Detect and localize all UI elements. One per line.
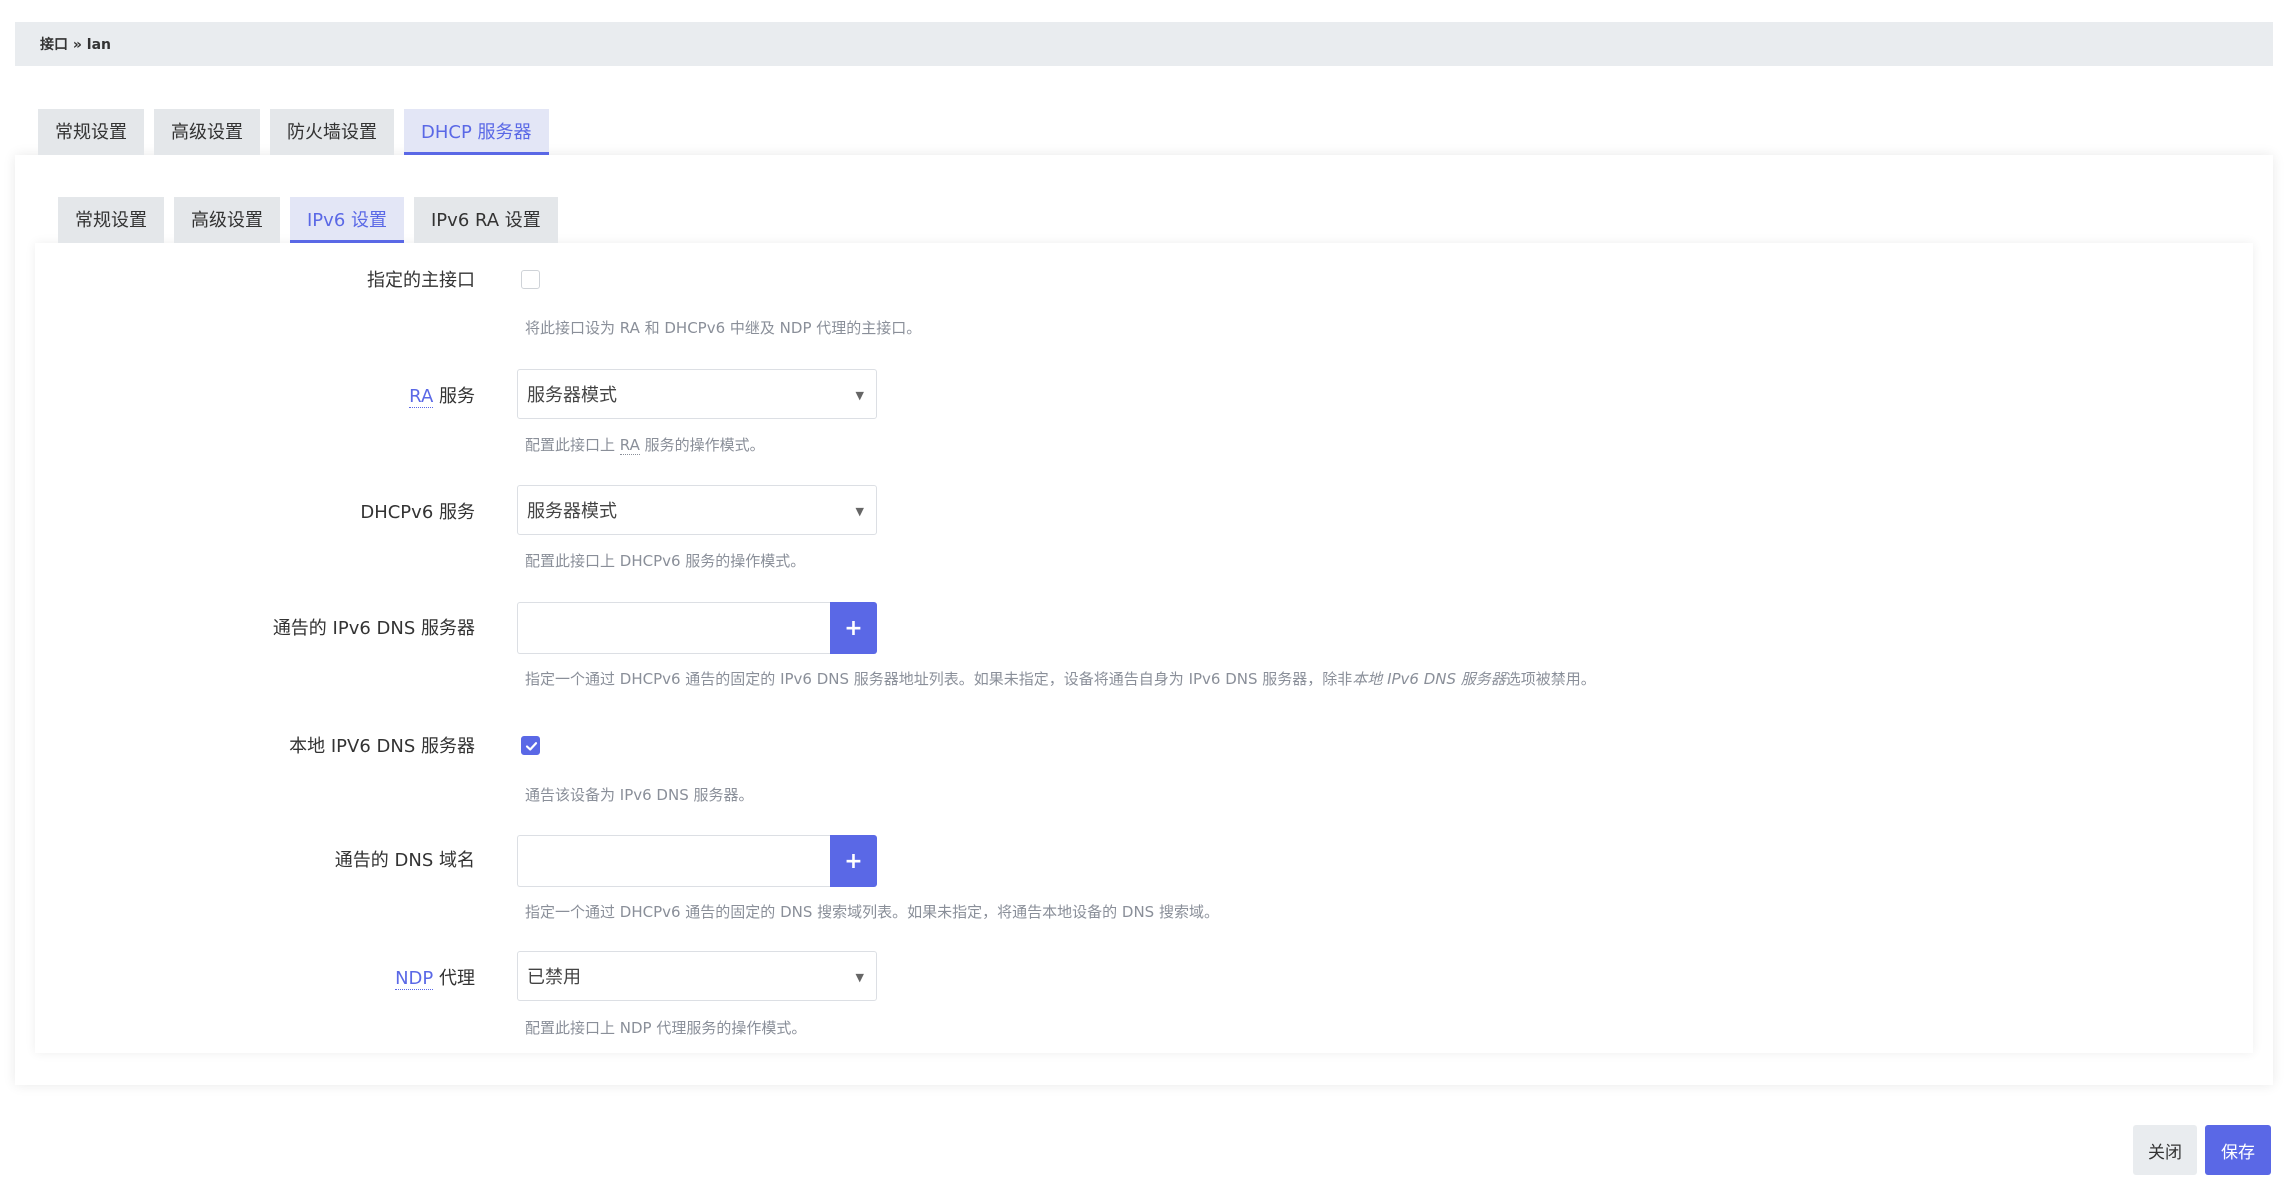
save-button[interactable]: 保存 xyxy=(2205,1125,2271,1175)
inner-panel xyxy=(35,243,2253,1053)
chevron-down-icon: ▼ xyxy=(855,505,864,518)
ra-service-select[interactable]: 服务器模式 ▼ xyxy=(517,369,877,419)
ndp-proxy-value: 已禁用 xyxy=(527,967,581,988)
announced-dns-help: 指定一个通过 DHCPv6 通告的固定的 IPv6 DNS 服务器地址列表。如果… xyxy=(525,668,1596,689)
ra-label-rest: 服务 xyxy=(433,386,475,407)
help-text: 指定一个通过 DHCPv6 通告的固定的 IPv6 DNS 服务器地址列表。如果… xyxy=(525,670,1353,688)
help-text: 服务的操作模式。 xyxy=(639,436,765,454)
announced-domains-list: + xyxy=(517,835,877,887)
announced-dns-input[interactable] xyxy=(517,602,830,654)
announced-dns-add-button[interactable]: + xyxy=(830,602,877,654)
subtab-ipv6-ra[interactable]: IPv6 RA 设置 xyxy=(414,197,558,243)
announced-dns-list: + xyxy=(517,602,877,654)
tab-label: 常规设置 xyxy=(55,121,127,143)
tab-label: IPv6 设置 xyxy=(307,209,387,231)
announced-domains-input[interactable] xyxy=(517,835,830,887)
tab-label: 高级设置 xyxy=(191,209,263,231)
help-emphasis: 本地 IPv6 DNS 服务器 xyxy=(1352,670,1506,688)
master-interface-help: 将此接口设为 RA 和 DHCPv6 中继及 NDP 代理的主接口。 xyxy=(525,319,922,337)
ra-abbr[interactable]: RA xyxy=(409,386,434,408)
outer-tab-bar: 常规设置 高级设置 防火墙设置 DHCP 服务器 xyxy=(38,109,559,155)
subtab-advanced[interactable]: 高级设置 xyxy=(174,197,280,243)
ndp-abbr[interactable]: NDP xyxy=(395,968,434,990)
tab-label: 常规设置 xyxy=(75,209,147,231)
save-label: 保存 xyxy=(2221,1142,2255,1163)
breadcrumb: 接口 » lan xyxy=(15,22,2273,66)
tab-general[interactable]: 常规设置 xyxy=(38,109,144,155)
dhcpv6-service-value: 服务器模式 xyxy=(527,501,617,522)
tab-dhcp-server[interactable]: DHCP 服务器 xyxy=(404,109,549,155)
announced-domains-add-button[interactable]: + xyxy=(830,835,877,887)
inner-tab-bar: 常规设置 高级设置 IPv6 设置 IPv6 RA 设置 xyxy=(58,197,568,243)
ndp-proxy-label: NDP 代理 xyxy=(395,964,475,990)
tab-firewall[interactable]: 防火墙设置 xyxy=(270,109,394,155)
ndp-label-rest: 代理 xyxy=(433,968,475,989)
plus-icon: + xyxy=(844,848,863,874)
local-dns-label: 本地 IPV6 DNS 服务器 xyxy=(289,736,475,757)
close-button[interactable]: 关闭 xyxy=(2133,1125,2197,1175)
master-interface-checkbox[interactable] xyxy=(521,270,540,289)
tab-label: 防火墙设置 xyxy=(287,121,377,143)
master-interface-label: 指定的主接口 xyxy=(367,270,475,291)
ra-abbr-help: RA xyxy=(619,436,640,455)
ra-service-label: RA 服务 xyxy=(409,382,475,408)
dhcpv6-service-select[interactable]: 服务器模式 ▼ xyxy=(517,485,877,535)
checkmark-icon xyxy=(525,742,538,751)
plus-icon: + xyxy=(844,615,863,641)
ndp-proxy-select[interactable]: 已禁用 ▼ xyxy=(517,951,877,1001)
chevron-down-icon: ▼ xyxy=(855,389,864,402)
ndp-proxy-help: 配置此接口上 NDP 代理服务的操作模式。 xyxy=(525,1019,807,1037)
tab-label: IPv6 RA 设置 xyxy=(431,209,541,231)
announced-domains-help: 指定一个通过 DHCPv6 通告的固定的 DNS 搜索域列表。如果未指定，将通告… xyxy=(525,903,1219,921)
subtab-ipv6[interactable]: IPv6 设置 xyxy=(290,197,404,243)
help-text: 选项被禁用。 xyxy=(1505,670,1596,688)
announced-domains-label: 通告的 DNS 域名 xyxy=(334,850,475,871)
announced-dns-label: 通告的 IPv6 DNS 服务器 xyxy=(272,618,475,639)
help-text: 配置此接口上 xyxy=(525,436,620,454)
ra-service-value: 服务器模式 xyxy=(527,385,617,406)
subtab-general[interactable]: 常规设置 xyxy=(58,197,164,243)
local-dns-checkbox[interactable] xyxy=(521,736,540,755)
close-label: 关闭 xyxy=(2148,1142,2182,1163)
chevron-down-icon: ▼ xyxy=(855,971,864,984)
tab-label: DHCP 服务器 xyxy=(421,121,532,143)
dhcpv6-service-label: DHCPv6 服务 xyxy=(360,502,475,523)
ra-service-help: 配置此接口上 RA 服务的操作模式。 xyxy=(525,434,765,455)
dhcpv6-service-help: 配置此接口上 DHCPv6 服务的操作模式。 xyxy=(525,552,806,570)
tab-advanced[interactable]: 高级设置 xyxy=(154,109,260,155)
tab-label: 高级设置 xyxy=(171,121,243,143)
local-dns-help: 通告该设备为 IPv6 DNS 服务器。 xyxy=(525,786,754,804)
breadcrumb-text: 接口 » lan xyxy=(40,37,112,53)
